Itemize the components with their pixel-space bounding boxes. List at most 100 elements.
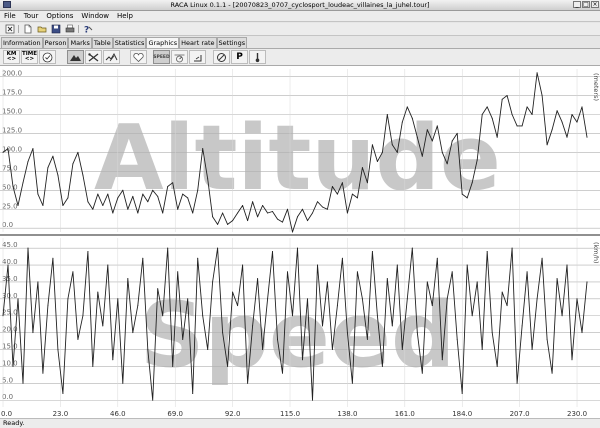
speed-y-tick-label: 0.0 xyxy=(2,393,13,401)
speed-data-point xyxy=(182,338,184,340)
menu-help[interactable]: Help xyxy=(117,12,133,20)
slope-icon[interactable] xyxy=(189,50,206,64)
altitude-y-tick-label: 0.0 xyxy=(2,221,13,229)
speed-data-point xyxy=(212,281,214,283)
speed-data-point xyxy=(127,278,129,280)
altitude-y-tick-label: 100.0 xyxy=(2,145,22,153)
speed-data-point xyxy=(466,264,468,266)
print-icon[interactable] xyxy=(64,24,75,34)
open-folder-icon[interactable] xyxy=(36,24,47,34)
minimize-icon[interactable]: _ xyxy=(573,1,581,8)
tab-graphics[interactable]: Graphics xyxy=(146,37,180,48)
speed-data-point xyxy=(411,247,413,249)
x-tick-label: 69.0 xyxy=(167,410,183,418)
altitude-data-point xyxy=(471,182,473,184)
speed-data-point xyxy=(476,281,478,283)
help-icon[interactable]: ? xyxy=(82,24,93,34)
close-window-icon[interactable]: × xyxy=(591,1,599,8)
main-toolbar: ? xyxy=(0,23,600,36)
cadence-icon[interactable] xyxy=(213,50,230,64)
speed-data-point xyxy=(152,399,154,401)
altitude-data-point xyxy=(172,182,174,184)
altitude-data-point xyxy=(322,206,323,208)
speed-data-point xyxy=(431,305,433,307)
altitude-data-point xyxy=(252,201,254,203)
altitude-data-point xyxy=(506,95,508,96)
maximize-icon[interactable]: □ xyxy=(582,1,590,8)
altitude-data-point xyxy=(486,106,488,108)
speed-data-point xyxy=(401,349,403,350)
graph-toolbar: KM <> TIME <> SPEED P xyxy=(0,48,600,66)
altitude-data-point xyxy=(137,212,139,214)
graphics-area[interactable]: Altitude0.025.050.075.0100.0125.0150.017… xyxy=(0,66,600,409)
altitude-data-point xyxy=(57,174,59,176)
menu-options[interactable]: Options xyxy=(46,12,73,20)
speed-data-point xyxy=(97,291,99,293)
speed-data-point xyxy=(571,359,573,361)
power-label: P xyxy=(236,52,243,62)
altitude-data-point xyxy=(386,114,388,115)
altitude-data-point xyxy=(142,193,144,195)
window-title: RACA Linux 0.1.1 - [20070823_0707_cyclos… xyxy=(170,1,430,9)
tab-heart-rate[interactable]: Heart rate xyxy=(179,37,217,48)
clock-icon[interactable] xyxy=(39,50,56,64)
tab-statistics[interactable]: Statistics xyxy=(112,37,147,48)
speed-data-point xyxy=(272,251,273,252)
speed-data-point xyxy=(112,359,114,361)
tab-marks[interactable]: Marks xyxy=(68,37,92,48)
speed-data-point xyxy=(496,365,498,367)
altitude-data-point xyxy=(227,223,229,225)
altitude-mountain-icon[interactable] xyxy=(67,50,84,64)
altitude-data-point xyxy=(312,212,313,214)
speed-y-tick-label: 10.0 xyxy=(2,359,18,367)
menu-tour[interactable]: Tour xyxy=(24,12,39,20)
x-tick-label: 92.0 xyxy=(225,410,241,418)
speed-data-point xyxy=(586,281,588,283)
speed-data-point xyxy=(52,257,54,259)
close-doc-icon[interactable] xyxy=(4,24,15,34)
km-axis-button[interactable]: KM <> xyxy=(3,50,20,64)
speed-data-point xyxy=(391,325,393,327)
speed-data-point xyxy=(441,359,443,361)
speed-label: SPEED xyxy=(153,54,170,60)
new-doc-icon[interactable] xyxy=(22,24,33,34)
altitude-data-point xyxy=(177,208,179,210)
tab-information[interactable]: Information xyxy=(1,37,43,48)
speed-data-point xyxy=(356,271,358,273)
altitude-y-tick-label: 150.0 xyxy=(2,107,22,115)
terrain-icon[interactable] xyxy=(103,50,120,64)
heart-icon[interactable] xyxy=(130,50,147,64)
speed-data-point xyxy=(37,281,39,283)
tab-person[interactable]: Person xyxy=(42,37,69,48)
speed-data-point xyxy=(32,332,34,334)
speed-data-point xyxy=(117,298,119,300)
x-tick-label: 46.0 xyxy=(110,410,126,418)
time-axis-button[interactable]: TIME <> xyxy=(21,50,38,64)
altitude-data-point xyxy=(122,189,124,191)
altitude-data-point xyxy=(501,98,503,100)
altitude-data-point xyxy=(556,110,558,112)
speed-graph-button[interactable]: SPEED xyxy=(153,50,170,64)
altitude-data-point xyxy=(346,212,348,214)
speed-dial-icon[interactable] xyxy=(171,50,188,64)
altitude-data-point xyxy=(411,117,413,119)
tab-settings[interactable]: Settings xyxy=(216,37,248,48)
svg-text:?: ? xyxy=(84,26,89,35)
speed-chart: Speed0.05.010.015.020.025.030.035.040.04… xyxy=(0,238,600,407)
power-button[interactable]: P xyxy=(231,50,248,64)
altitude-unit-label: (meters) xyxy=(592,73,600,101)
temperature-icon[interactable] xyxy=(249,50,266,64)
altitude-data-point xyxy=(317,201,318,203)
altitude-data-point xyxy=(356,197,358,199)
x-tick-label: 115.0 xyxy=(280,410,300,418)
menu-file[interactable]: File xyxy=(4,12,16,20)
altitude-data-point xyxy=(476,159,478,161)
bike-tools-icon[interactable] xyxy=(85,50,102,64)
tab-table[interactable]: Table xyxy=(91,37,113,48)
menu-window[interactable]: Window xyxy=(81,12,109,20)
altitude-data-point xyxy=(212,216,214,218)
altitude-data-point xyxy=(511,114,513,115)
save-icon[interactable] xyxy=(50,24,61,34)
km-label: KM xyxy=(6,51,17,57)
speed-data-point xyxy=(506,305,508,307)
